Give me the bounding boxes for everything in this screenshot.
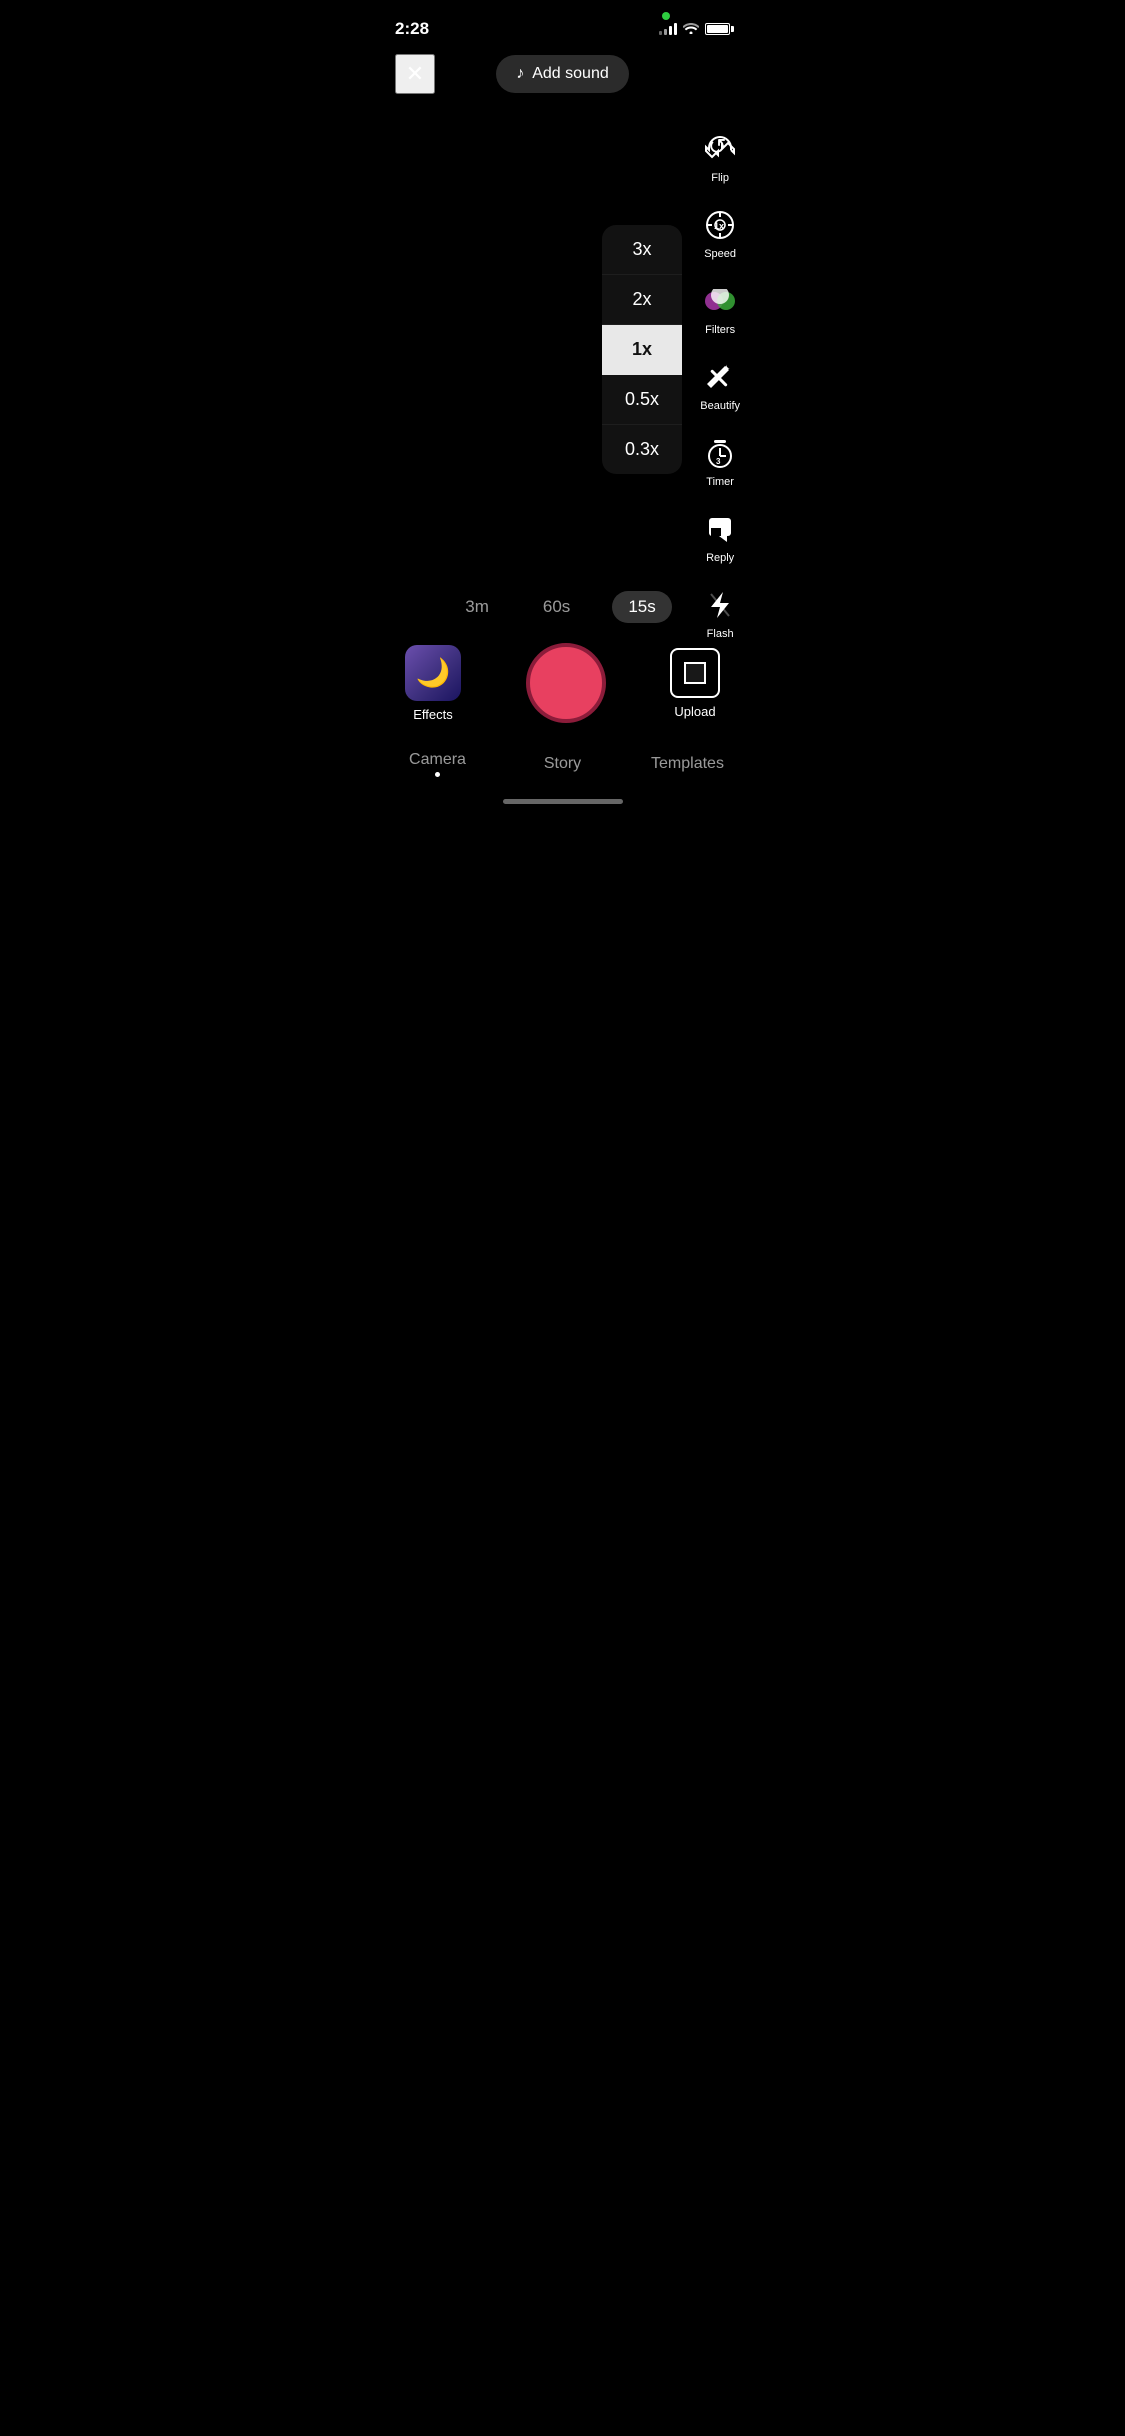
svg-text:3: 3 [716,457,721,466]
speed-panel: 3x 2x 1x 0.5x 0.3x [602,225,682,474]
speed-icon: 1x [701,206,739,244]
music-icon: ♪ [516,65,524,83]
effects-thumbnail: 🌙 [405,645,461,701]
record-button[interactable] [526,643,606,723]
bottom-nav: Camera Story Templates [375,743,750,793]
bottom-section: 3m 60s 15s 🌙 Effects Upload Camera [375,591,750,812]
green-dot [662,12,670,20]
speed-2x[interactable]: 2x [602,275,682,325]
right-sidebar: ↺ Flip 1x Speed Fil [700,130,740,640]
flip-label: Flip [711,172,729,184]
beautify-icon: ✦ [701,358,739,396]
nav-camera[interactable]: Camera [375,743,500,785]
svg-text:1x: 1x [714,221,724,231]
battery-icon [705,23,730,35]
svg-text:✦: ✦ [722,364,730,375]
upload-label: Upload [674,704,715,719]
flash-button[interactable]: Flash [701,586,739,640]
upload-icon [670,648,720,698]
status-icons [659,21,730,37]
effects-label: Effects [413,707,453,722]
speed-3x[interactable]: 3x [602,225,682,275]
upload-inner [684,662,706,684]
timer-button[interactable]: 3 Timer [701,434,739,488]
duration-15s[interactable]: 15s [612,591,671,623]
speed-label: Speed [704,248,736,260]
reply-button[interactable]: Reply [701,510,739,564]
flip-icon: ↺ [701,130,739,168]
timer-label: Timer [706,476,734,488]
nav-active-dot [435,772,440,777]
speed-05x[interactable]: 0.5x [602,375,682,425]
reply-label: Reply [706,552,734,564]
add-sound-button[interactable]: ♪ Add sound [496,55,629,93]
record-inner [534,651,598,715]
speed-03x[interactable]: 0.3x [602,425,682,474]
upload-button[interactable]: Upload [670,648,720,719]
timer-icon: 3 [701,434,739,472]
filters-label: Filters [705,324,735,336]
effects-button[interactable]: 🌙 Effects [405,645,461,722]
signal-icon [659,23,677,35]
reply-icon [701,510,739,548]
status-time: 2:28 [395,19,429,39]
flip-button[interactable]: ↺ Flip [701,130,739,184]
filters-button[interactable]: Filters [701,282,739,336]
beautify-label: Beautify [700,400,740,412]
flash-label: Flash [707,628,734,640]
top-bar: ✕ ♪ Add sound [375,44,750,104]
wifi-icon [683,21,699,37]
flash-icon [701,586,739,624]
svg-text:↺: ↺ [708,134,726,159]
nav-templates[interactable]: Templates [625,747,750,781]
speed-button[interactable]: 1x Speed [701,206,739,260]
status-bar: 2:28 [375,0,750,44]
nav-story[interactable]: Story [500,747,625,781]
speed-1x[interactable]: 1x [602,325,682,375]
duration-row: 3m 60s 15s [375,591,750,623]
home-indicator [503,799,623,804]
close-button[interactable]: ✕ [395,54,435,94]
beautify-button[interactable]: ✦ Beautify [700,358,740,412]
duration-3m[interactable]: 3m [453,591,501,623]
filters-icon [701,282,739,320]
camera-controls: 🌙 Effects Upload [375,643,750,723]
duration-60s[interactable]: 60s [531,591,582,623]
